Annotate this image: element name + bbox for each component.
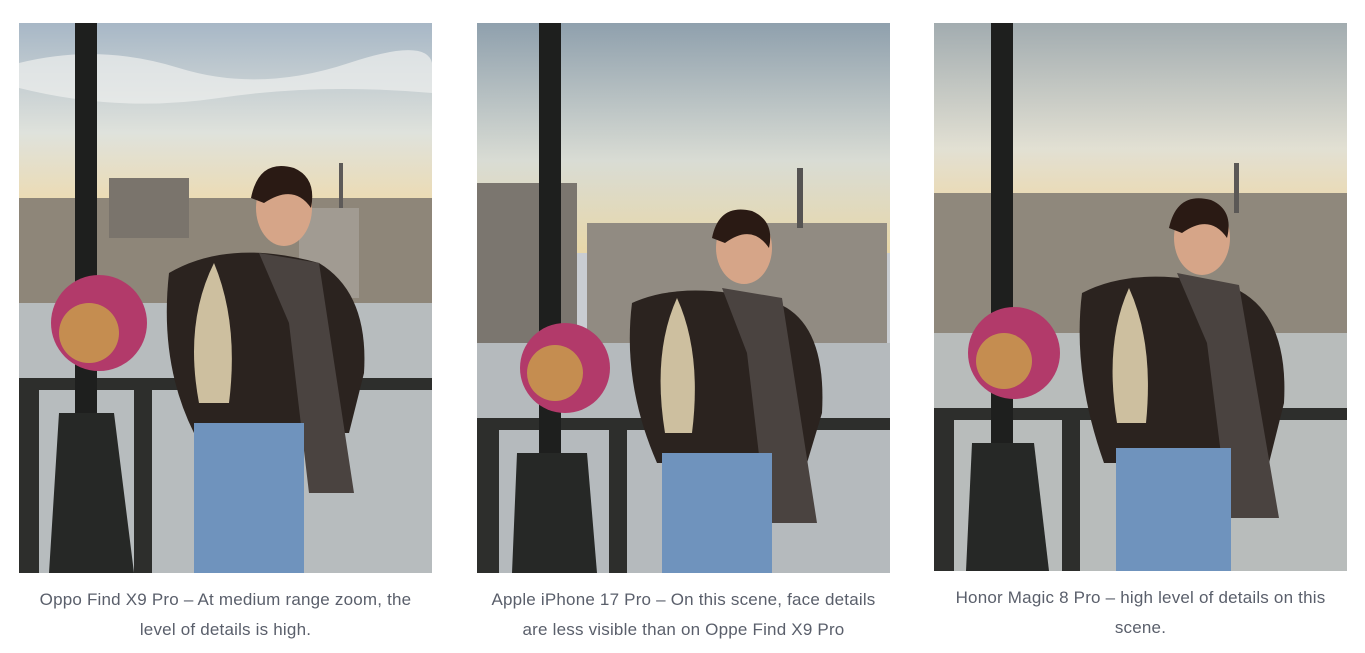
photo-image [934,23,1347,571]
gallery-figure-apple: Apple iPhone 17 Pro – On this scene, fac… [477,23,890,645]
gallery-figure-honor: Honor Magic 8 Pro – high level of detail… [934,23,1347,643]
figure-caption: Apple iPhone 17 Pro – On this scene, fac… [491,590,876,639]
photo-gallery: Oppo Find X9 Pro – At medium range zoom,… [0,0,1365,653]
photo-image [477,23,890,573]
photo-honor-magic-8-pro[interactable] [934,23,1347,571]
photo-oppo-find-x9-pro[interactable] [19,23,432,573]
figure-caption: Oppo Find X9 Pro – At medium range zoom,… [39,590,412,639]
gallery-figure-oppo: Oppo Find X9 Pro – At medium range zoom,… [19,23,432,645]
photo-apple-iphone-17-pro[interactable] [477,23,890,573]
photo-image [19,23,432,573]
figure-caption: Honor Magic 8 Pro – high level of detail… [955,588,1326,637]
